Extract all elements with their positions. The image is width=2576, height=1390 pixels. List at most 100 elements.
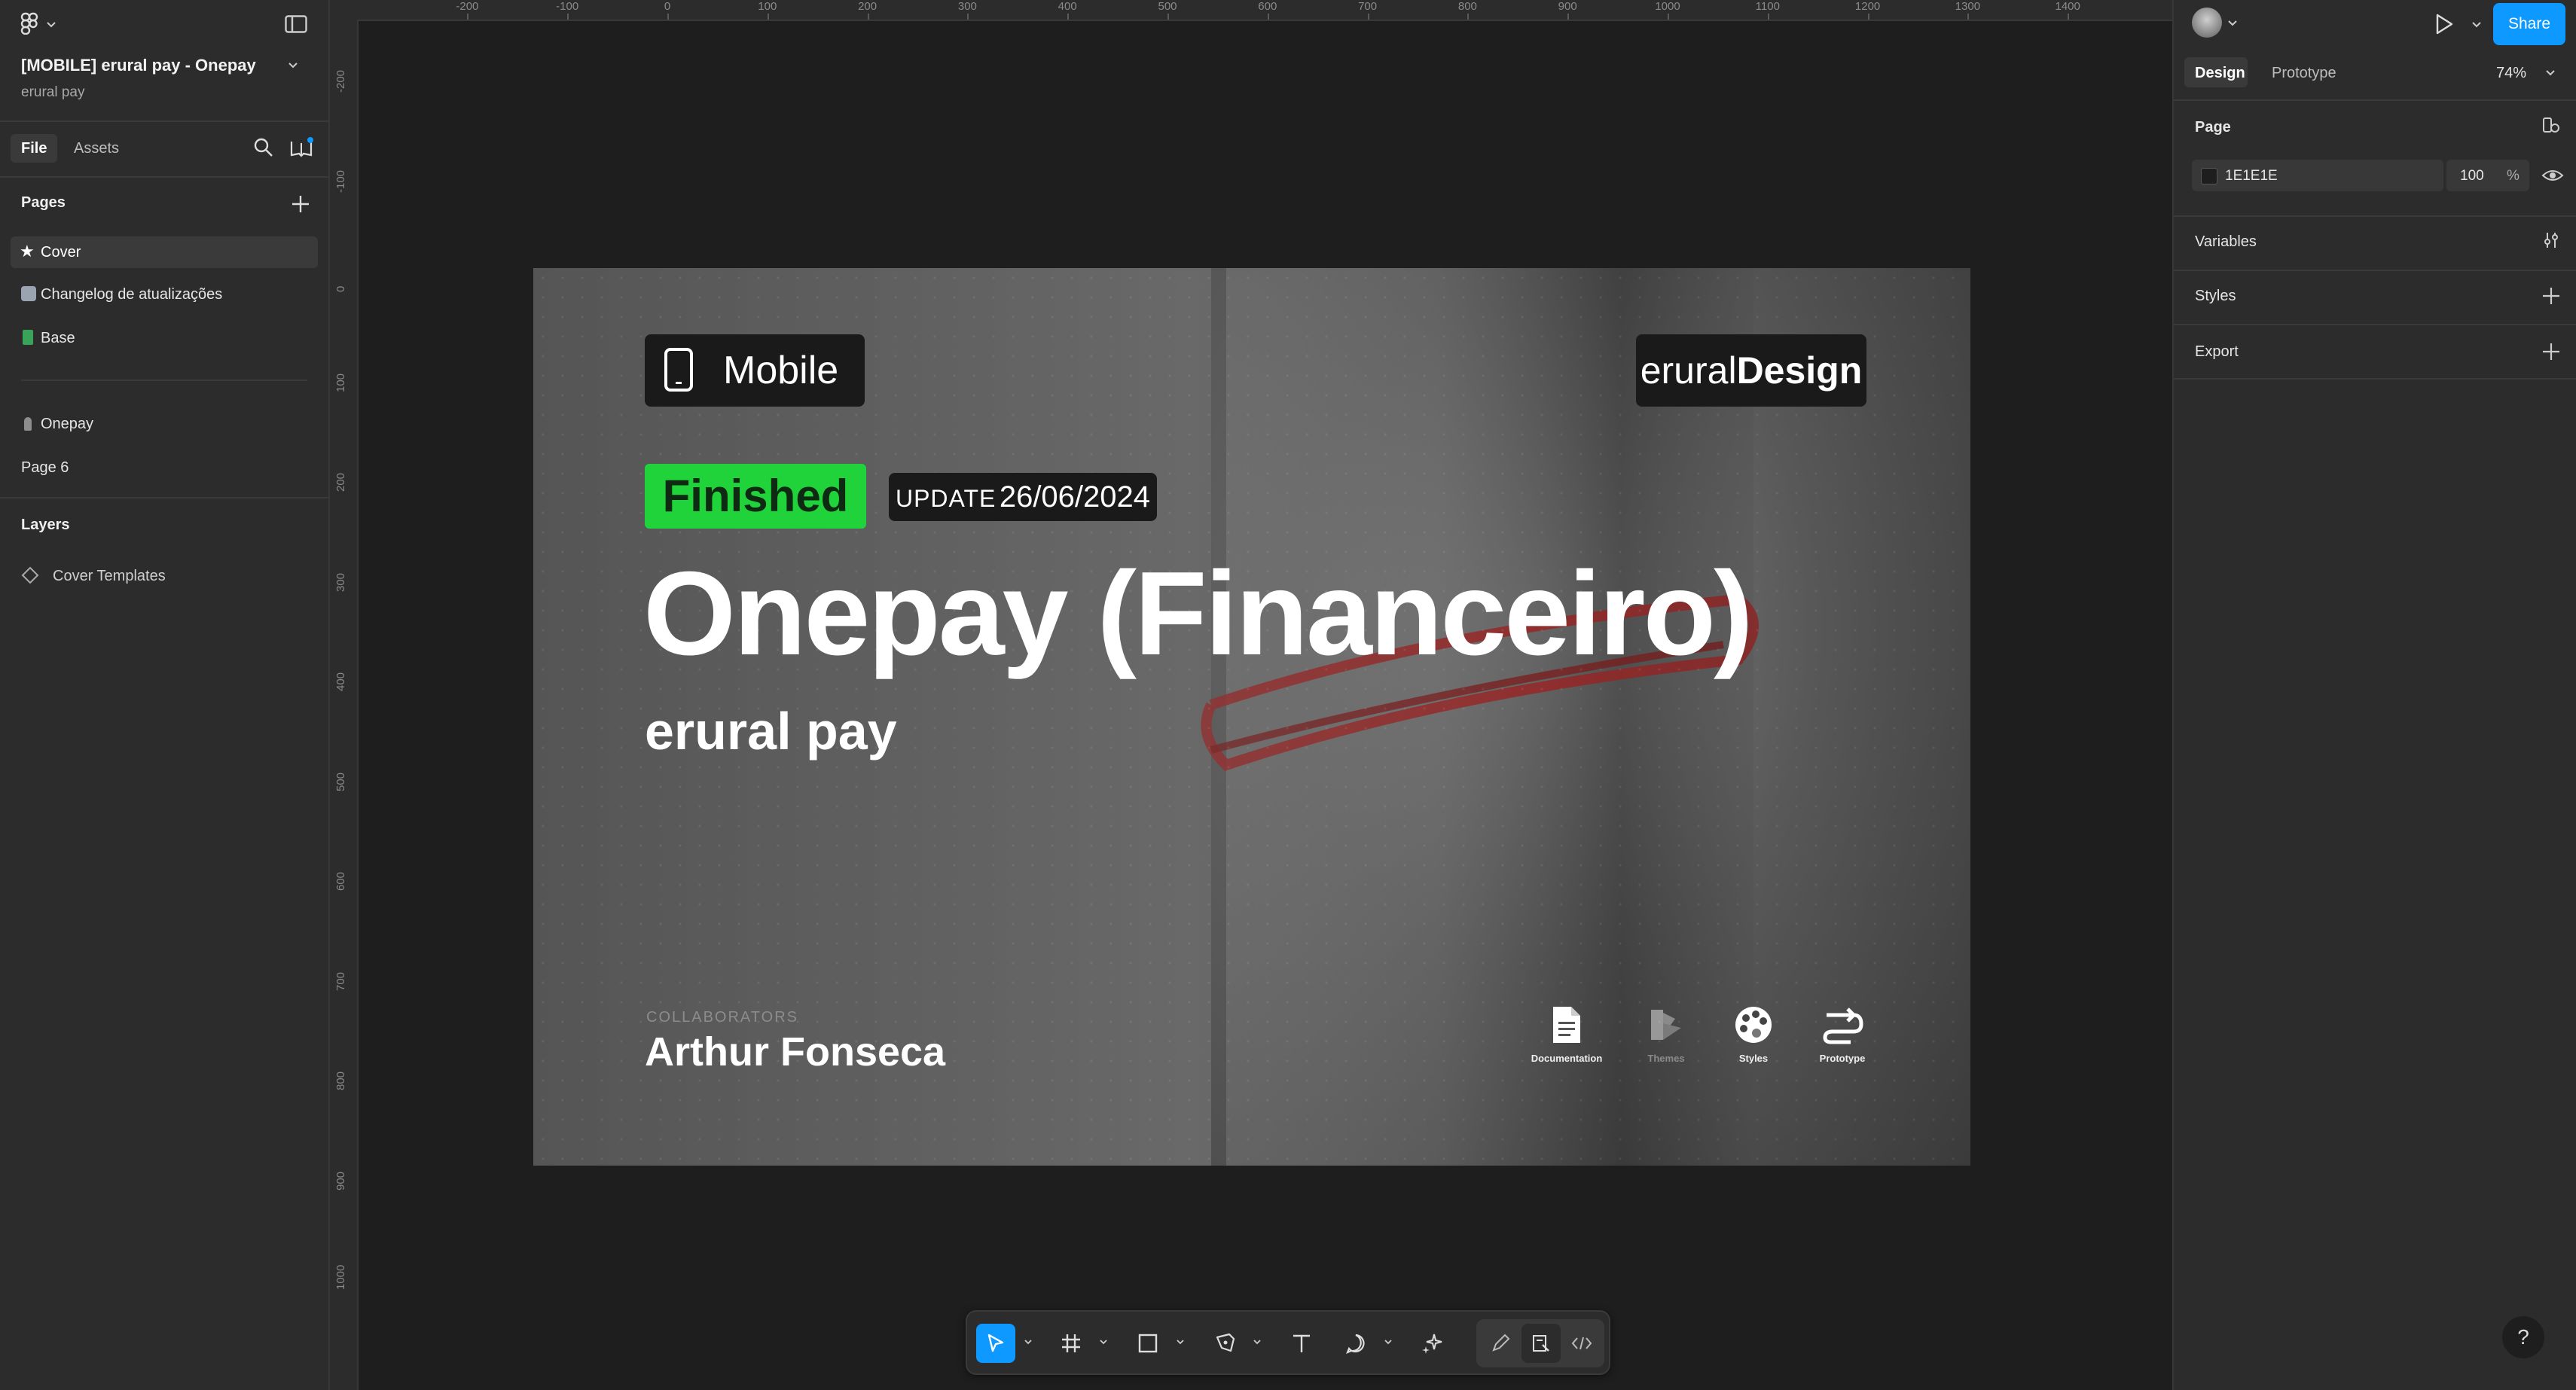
page-item-cover[interactable]: ★ Cover bbox=[11, 236, 318, 268]
page-color-field[interactable]: 1E1E1E bbox=[2192, 160, 2443, 191]
page-settings-icon[interactable] bbox=[2541, 116, 2561, 136]
book-icon bbox=[23, 330, 33, 345]
page-item-page6[interactable]: Page 6 bbox=[11, 453, 318, 483]
tab-design-label: Design bbox=[2195, 65, 2245, 81]
draw-mode-button[interactable] bbox=[1481, 1324, 1520, 1363]
page-item-label: Cover bbox=[41, 244, 81, 261]
ruler-tick bbox=[567, 14, 569, 20]
collaborators-label: COLLABORATORS bbox=[646, 1009, 798, 1026]
main-menu-button[interactable] bbox=[20, 12, 65, 36]
page-item-base[interactable]: Base bbox=[11, 324, 318, 354]
ruler-tick-label: 500 bbox=[334, 772, 347, 791]
sparkle-icon bbox=[1422, 1334, 1442, 1354]
file-title-chevron-icon[interactable] bbox=[288, 62, 298, 69]
toggle-sidebar-icon[interactable] bbox=[285, 15, 307, 33]
color-swatch bbox=[2201, 168, 2217, 184]
layer-item[interactable]: Cover Templates bbox=[11, 560, 318, 590]
ruler-tick bbox=[967, 14, 969, 20]
tab-prototype[interactable]: Prototype bbox=[2272, 65, 2336, 82]
document-icon bbox=[1553, 1007, 1580, 1043]
page-section-title: Page bbox=[2195, 119, 2231, 136]
add-export-icon[interactable] bbox=[2541, 342, 2561, 361]
move-tool-button[interactable] bbox=[976, 1324, 1015, 1363]
ruler-tick bbox=[767, 14, 769, 20]
ruler-tick-label: -200 bbox=[334, 69, 347, 93]
help-label: ? bbox=[2517, 1325, 2529, 1349]
documentation-link[interactable]: Documentation bbox=[1521, 998, 1612, 1064]
rectangle-tool-button[interactable] bbox=[1128, 1324, 1167, 1363]
comment-tool-chevron-icon[interactable] bbox=[1384, 1339, 1392, 1346]
themes-icon bbox=[1651, 1010, 1681, 1040]
styles-label: Styles bbox=[1738, 1053, 1769, 1064]
ruler-tick-label: 700 bbox=[334, 971, 347, 991]
page-item-changelog[interactable]: Changelog de atualizações bbox=[11, 280, 318, 310]
ruler-tick-label: 300 bbox=[957, 0, 977, 13]
user-avatar[interactable] bbox=[2192, 8, 2222, 38]
update-badge: UPDATE 26/06/2024 bbox=[889, 473, 1157, 521]
prototype-link[interactable]: Prototype bbox=[1797, 998, 1888, 1064]
update-label: UPDATE bbox=[895, 485, 997, 512]
tab-file-label: File bbox=[21, 140, 47, 157]
page-item-onepay[interactable]: Onepay bbox=[11, 410, 318, 440]
brand-bold: Design bbox=[1736, 349, 1863, 392]
add-style-icon[interactable] bbox=[2541, 286, 2561, 306]
ruler-tick bbox=[1967, 14, 1970, 20]
ruler-tick bbox=[1767, 14, 1769, 20]
cover-title: Onepay (Financeiro) bbox=[643, 547, 1753, 680]
styles-link[interactable]: Styles bbox=[1708, 998, 1799, 1064]
project-name: erural pay bbox=[21, 84, 85, 100]
present-play-icon[interactable] bbox=[2434, 13, 2454, 35]
text-icon bbox=[1293, 1334, 1310, 1352]
ruler-tick-label: 900 bbox=[1558, 0, 1577, 13]
brand-light: erural bbox=[1640, 349, 1737, 392]
pen-tool-button[interactable] bbox=[1205, 1324, 1244, 1363]
ruler-tick-label: 800 bbox=[334, 1071, 347, 1090]
phone-icon bbox=[664, 348, 693, 392]
zoom-level[interactable]: 74% bbox=[2496, 65, 2526, 82]
help-button[interactable]: ? bbox=[2502, 1316, 2544, 1358]
library-icon[interactable] bbox=[289, 137, 313, 158]
actions-ai-button[interactable] bbox=[1413, 1324, 1452, 1363]
layers-heading: Layers bbox=[21, 517, 70, 533]
component-diamond-icon bbox=[21, 566, 39, 584]
mode-switcher bbox=[1476, 1319, 1604, 1367]
ruler-tick-label: 500 bbox=[1158, 0, 1177, 13]
present-options-chevron-icon[interactable] bbox=[2472, 21, 2481, 29]
ruler-tick-label: 1200 bbox=[1854, 0, 1881, 13]
frame-tool-chevron-icon[interactable] bbox=[1100, 1339, 1107, 1346]
comment-tool-button[interactable] bbox=[1336, 1324, 1375, 1363]
text-tool-button[interactable] bbox=[1282, 1324, 1321, 1363]
ruler-tick bbox=[467, 14, 469, 20]
ruler-tick-label: -100 bbox=[556, 0, 579, 13]
vertical-ruler: -200 -100 0 100 200 300 400 500 600 700 800 900 1000 bbox=[330, 20, 359, 1390]
zoom-chevron-icon[interactable] bbox=[2546, 69, 2555, 77]
styles-section-title: Styles bbox=[2195, 288, 2236, 304]
status-badge: Finished bbox=[645, 464, 866, 529]
ruler-tick-label: 400 bbox=[334, 672, 347, 691]
comment-bubble-icon bbox=[1346, 1334, 1365, 1354]
variables-icon[interactable] bbox=[2541, 230, 2561, 250]
page-opacity-field[interactable]: 100 % bbox=[2446, 160, 2529, 191]
design-mode-button[interactable] bbox=[1521, 1324, 1561, 1363]
frame-tool-button[interactable] bbox=[1051, 1324, 1091, 1363]
pen-tool-chevron-icon[interactable] bbox=[1253, 1339, 1261, 1346]
search-icon[interactable] bbox=[253, 137, 274, 158]
ruler-tick-label: 600 bbox=[334, 871, 347, 891]
cover-subtitle: erural pay bbox=[645, 702, 897, 761]
file-title[interactable]: [MOBILE] erural pay - Onepay bbox=[21, 56, 256, 75]
themes-link[interactable]: Themes bbox=[1621, 998, 1711, 1064]
add-page-icon[interactable] bbox=[291, 194, 310, 214]
tab-assets[interactable]: Assets bbox=[74, 140, 119, 157]
avatar-chevron-icon[interactable] bbox=[2228, 20, 2237, 27]
code-brackets-icon bbox=[1571, 1337, 1592, 1350]
ruler-tick bbox=[1567, 14, 1570, 20]
ruler-tick-label: 1400 bbox=[2055, 0, 2080, 13]
move-tool-chevron-icon[interactable] bbox=[1024, 1339, 1032, 1346]
properties-panel: Share Design Prototype 74% Page 1E1E1E 1… bbox=[2172, 0, 2576, 1390]
dev-mode-button[interactable] bbox=[1562, 1324, 1601, 1363]
visibility-eye-icon[interactable] bbox=[2541, 167, 2564, 184]
draw-pencil-icon bbox=[1492, 1334, 1510, 1352]
share-button[interactable]: Share bbox=[2493, 3, 2565, 45]
cover-frame[interactable]: Mobile eruralDesign Finished UPDATE 26/0… bbox=[533, 268, 1970, 1166]
rectangle-tool-chevron-icon[interactable] bbox=[1177, 1339, 1184, 1346]
